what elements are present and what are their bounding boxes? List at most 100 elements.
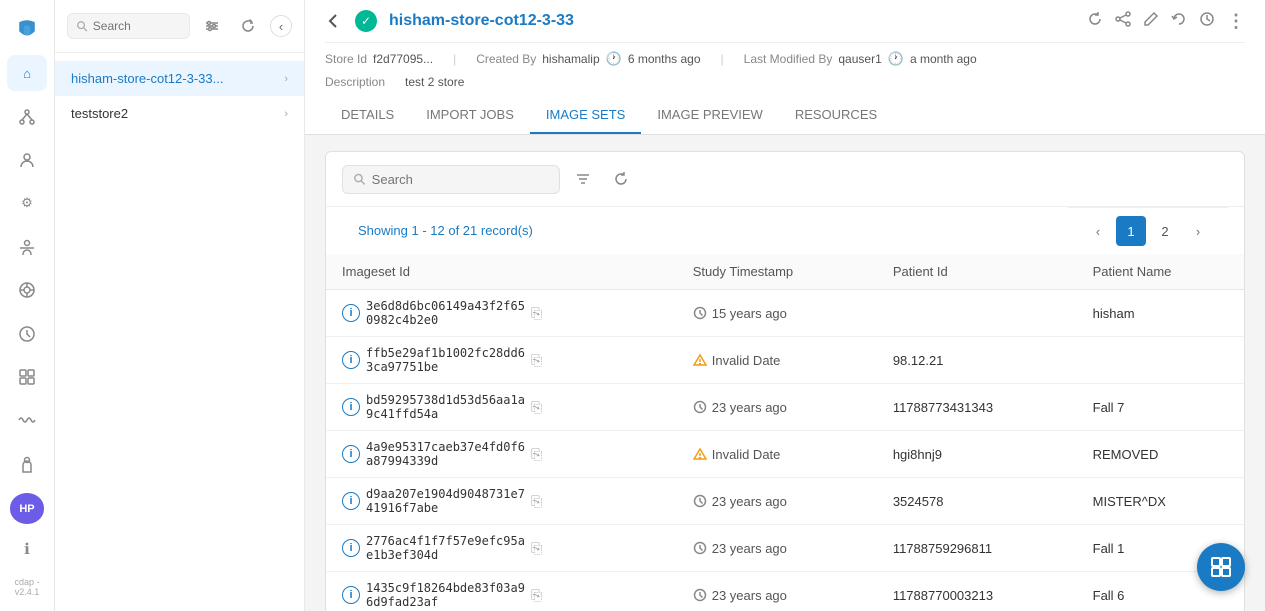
- tab-resources[interactable]: RESOURCES: [779, 97, 893, 134]
- copy-icon[interactable]: ⎘: [531, 446, 542, 463]
- table-search-box[interactable]: [342, 165, 560, 194]
- person-icon[interactable]: [7, 229, 47, 264]
- edit-action-icon[interactable]: [1143, 11, 1159, 32]
- table-refresh-icon[interactable]: [606, 164, 636, 194]
- back-button[interactable]: [325, 12, 343, 30]
- row-info-icon[interactable]: i: [342, 304, 360, 322]
- data-table-card: Showing 1 - 12 of 21 record(s) ‹ 1 2 › I…: [325, 151, 1245, 611]
- study-timestamp-cell: Invalid Date: [677, 337, 877, 384]
- header-meta-bar: Store Id f2d77095... | Created By hisham…: [325, 43, 1245, 75]
- imageset-id-cell: i 1435c9f18264bde83f03a96d9fad23af ⎘: [326, 572, 677, 611]
- sidebar-search-input[interactable]: [93, 19, 181, 33]
- undo-action-icon[interactable]: [1171, 11, 1187, 32]
- store-list: hisham-store-cot12-3-33... › teststore2 …: [55, 53, 304, 611]
- id-text: d9aa207e1904d9048731e741916f7abe: [366, 487, 525, 515]
- sidebar-item-hisham-store[interactable]: hisham-store-cot12-3-33... ›: [55, 61, 304, 96]
- grid-icon[interactable]: [7, 359, 47, 394]
- page-title: hisham-store-cot12-3-33: [389, 12, 1075, 30]
- store-id-meta: Store Id f2d77095...: [325, 52, 433, 66]
- prev-page-button[interactable]: ‹: [1084, 217, 1112, 245]
- sidebar-item-teststore2[interactable]: teststore2 ›: [55, 96, 304, 131]
- created-by-label: Created By: [476, 52, 536, 66]
- sidebar-filter-icon[interactable]: [198, 12, 226, 40]
- copy-icon[interactable]: ⎘: [531, 493, 542, 510]
- imageset-id-cell: i 2776ac4f1f7f57e9efc95ae1b3ef304d ⎘: [326, 525, 677, 572]
- fab-button[interactable]: [1197, 543, 1245, 591]
- id-text: 1435c9f18264bde83f03a96d9fad23af: [366, 581, 525, 609]
- wave-icon[interactable]: [7, 403, 47, 438]
- row-info-icon[interactable]: i: [342, 351, 360, 369]
- study-timestamp-cell: 23 years ago: [677, 572, 877, 611]
- patient-id-cell: hgi8hnj9: [877, 431, 1077, 478]
- table-row: i ffb5e29af1b1002fc28dd63ca97751be ⎘ Inv…: [326, 337, 1244, 384]
- copy-icon[interactable]: ⎘: [531, 540, 542, 557]
- patient-name-cell: REMOVED: [1077, 431, 1244, 478]
- imageset-id-cell: i 3e6d8d6bc06149a43f2f650982c4b2e0 ⎘: [326, 290, 677, 337]
- clock-cell-icon: [693, 588, 707, 602]
- col-imageset-id: Imageset Id: [326, 254, 677, 290]
- users-icon[interactable]: [7, 142, 47, 177]
- row-info-icon[interactable]: i: [342, 445, 360, 463]
- study-timestamp-cell: Invalid Date: [677, 431, 877, 478]
- table-row: i 3e6d8d6bc06149a43f2f650982c4b2e0 ⎘ 15 …: [326, 290, 1244, 337]
- time-cell-content: 23 years ago: [693, 541, 861, 556]
- nodes-icon[interactable]: [7, 99, 47, 134]
- row-info-icon[interactable]: i: [342, 492, 360, 510]
- tab-import-jobs[interactable]: IMPORT JOBS: [410, 97, 530, 134]
- id-text: bd59295738d1d53d56aa1a9c41ffd54a: [366, 393, 525, 421]
- clock-cell-icon: [693, 400, 707, 414]
- warning-cell-icon: [693, 353, 707, 367]
- time-cell-content: 15 years ago: [693, 306, 861, 321]
- next-page-button[interactable]: ›: [1184, 217, 1212, 245]
- schedule-action-icon[interactable]: [1199, 11, 1215, 32]
- copy-icon[interactable]: ⎘: [531, 587, 542, 604]
- refresh-action-icon[interactable]: [1087, 11, 1103, 32]
- time-cell-content: 23 years ago: [693, 588, 861, 603]
- copy-icon[interactable]: ⎘: [531, 399, 542, 416]
- table-row: i d9aa207e1904d9048731e741916f7abe ⎘ 23 …: [326, 478, 1244, 525]
- col-patient-name: Patient Name: [1077, 254, 1244, 290]
- patient-id-cell: 98.12.21: [877, 337, 1077, 384]
- copy-icon[interactable]: ⎘: [531, 352, 542, 369]
- created-by-clock-icon: 🕐: [606, 51, 622, 67]
- copy-icon[interactable]: ⎘: [531, 305, 542, 322]
- patient-id-cell: 3524578: [877, 478, 1077, 525]
- network-icon[interactable]: [7, 272, 47, 307]
- table-row: i 1435c9f18264bde83f03a96d9fad23af ⎘ 23 …: [326, 572, 1244, 611]
- clock-cell-icon: [693, 306, 707, 320]
- page-1-button[interactable]: 1: [1116, 216, 1146, 246]
- patient-id-cell: 11788770003213: [877, 572, 1077, 611]
- row-info-icon[interactable]: i: [342, 539, 360, 557]
- tab-image-preview[interactable]: IMAGE PREVIEW: [641, 97, 778, 134]
- settings-icon[interactable]: ⚙: [7, 186, 47, 221]
- info-icon[interactable]: ℹ: [7, 532, 47, 567]
- tab-image-sets[interactable]: IMAGE SETS: [530, 97, 641, 134]
- patient-id-cell: 11788759296811: [877, 525, 1077, 572]
- row-info-icon[interactable]: i: [342, 586, 360, 604]
- time-cell-content: 23 years ago: [693, 494, 861, 509]
- sidebar-search-box[interactable]: [67, 13, 190, 39]
- sidebar-refresh-icon[interactable]: [234, 12, 262, 40]
- patient-name-cell: Fall 7: [1077, 384, 1244, 431]
- chevron-right-icon: ›: [284, 73, 288, 85]
- id-cell-content: i 4a9e95317caeb37e4fd0f6a87994339d ⎘: [342, 440, 661, 468]
- table-row: i 2776ac4f1f7f57e9efc95ae1b3ef304d ⎘ 23 …: [326, 525, 1244, 572]
- clock-icon[interactable]: [7, 316, 47, 351]
- share-action-icon[interactable]: [1115, 11, 1131, 32]
- row-info-icon[interactable]: i: [342, 398, 360, 416]
- imageset-id-cell: i ffb5e29af1b1002fc28dd63ca97751be ⎘: [326, 337, 677, 384]
- more-action-icon[interactable]: ⋮: [1227, 11, 1245, 32]
- study-timestamp-cell: 23 years ago: [677, 384, 877, 431]
- page-2-button[interactable]: 2: [1150, 216, 1180, 246]
- col-study-timestamp: Study Timestamp: [677, 254, 877, 290]
- support-icon[interactable]: [7, 446, 47, 481]
- user-avatar[interactable]: HP: [10, 493, 44, 523]
- store-id-value: f2d77095...: [373, 52, 433, 66]
- tab-details[interactable]: DETAILS: [325, 97, 410, 134]
- table-search-input[interactable]: [372, 172, 549, 187]
- table-filter-icon[interactable]: [568, 164, 598, 194]
- home-icon[interactable]: ⌂: [7, 55, 47, 90]
- col-patient-id: Patient Id: [877, 254, 1077, 290]
- store-sidebar-header: ‹: [55, 0, 304, 53]
- sidebar-collapse-icon[interactable]: ‹: [270, 15, 292, 37]
